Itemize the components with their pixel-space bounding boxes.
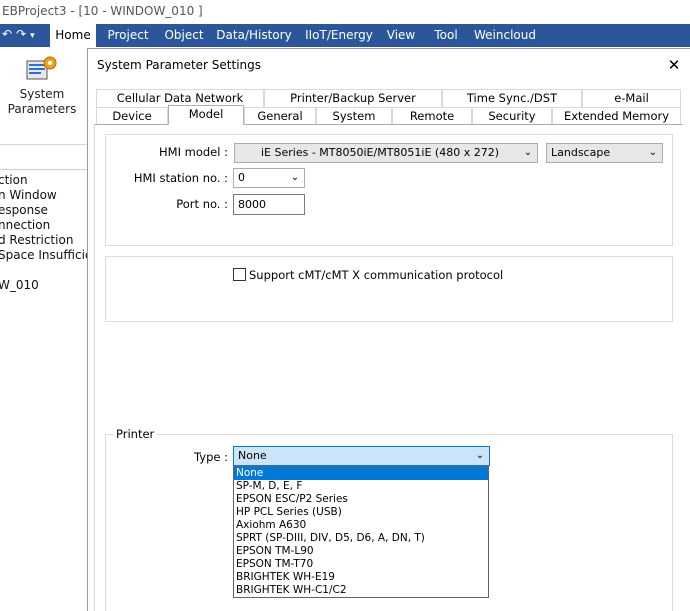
hmi-station-label: HMI station no. : — [133, 171, 228, 185]
ribbon-tab-iiot-energy[interactable]: IIoT/Energy — [302, 24, 376, 47]
printer-option[interactable]: EPSON TM-T70 — [234, 558, 488, 571]
printer-option[interactable]: EPSON ESC/P2 Series — [234, 493, 488, 506]
printer-option[interactable]: EPSON TM-L90 — [234, 545, 488, 558]
printer-option[interactable]: HP PCL Series (USB) — [234, 506, 488, 519]
port-input[interactable]: 8000 — [233, 194, 305, 215]
undo-icon[interactable]: ↶ — [2, 27, 16, 41]
dialog-title: System Parameter Settings — [97, 58, 262, 72]
system-parameters-label: System Parameters — [7, 87, 77, 116]
printer-option[interactable]: None — [234, 467, 488, 480]
printer-option[interactable]: BRIGHTEK WH-C1/C2 — [234, 584, 488, 597]
ribbon-tab-object[interactable]: Object — [160, 24, 208, 47]
printer-type-dropdown: None SP-M, D, E, F EPSON ESC/P2 Series H… — [233, 466, 489, 598]
tab-email[interactable]: e-Mail — [582, 89, 681, 107]
list-item[interactable]: W_010 — [0, 278, 91, 293]
system-parameters-icon — [26, 56, 57, 80]
chevron-down-icon: ⌄ — [290, 172, 300, 183]
chevron-down-icon: ⌄ — [523, 147, 533, 158]
hmi-station-value: 0 — [238, 171, 245, 184]
tab-system[interactable]: System — [316, 107, 392, 125]
printer-option[interactable]: Axiohm A630 — [234, 519, 488, 532]
cmt-support-label: Support cMT/cMT X communication protocol — [249, 268, 504, 282]
chevron-down-icon: ⌄ — [648, 147, 658, 158]
hmi-model-label: HMI model : — [159, 145, 228, 159]
printer-type-label: Type : — [194, 450, 228, 464]
hmi-model-group: HMI model : iE Series - MT8050iE/MT8051i… — [105, 134, 673, 246]
printer-option[interactable]: SPRT (SP-DIII, DIV, D5, D6, A, DN, T) — [234, 532, 488, 545]
app-title: EBProject3 - [10 - WINDOW_010 ] — [2, 4, 203, 18]
tab-security[interactable]: Security — [472, 107, 552, 125]
cmt-support-checkbox[interactable] — [233, 268, 246, 281]
printer-type-value: None — [238, 449, 267, 462]
hmi-model-select[interactable]: iE Series - MT8050iE/MT8051iE (480 x 272… — [234, 143, 538, 163]
ribbon-tab-view[interactable]: View — [383, 24, 419, 47]
customize-icon[interactable]: ▾ — [30, 31, 39, 41]
list-item[interactable]: esponse — [0, 203, 91, 218]
printer-option[interactable]: BRIGHTEK WH-E19 — [234, 571, 488, 584]
printer-group-title: Printer — [113, 427, 158, 441]
ribbon-tab-home[interactable]: Home — [50, 24, 96, 47]
list-item[interactable]: n Window — [0, 188, 91, 203]
ribbon-tab-data-history[interactable]: Data/History — [214, 24, 294, 47]
printer-option[interactable]: SP-M, D, E, F — [234, 480, 488, 493]
list-item[interactable]: ction — [0, 173, 91, 188]
tab-time-sync-dst[interactable]: Time Sync./DST — [442, 89, 582, 107]
list-item[interactable]: d Restriction — [0, 233, 91, 248]
orientation-value: Landscape — [551, 146, 611, 159]
cmt-support-group: Support cMT/cMT X communication protocol — [105, 256, 673, 322]
hmi-model-value: iE Series - MT8050iE/MT8051iE (480 x 272… — [261, 146, 499, 159]
port-label: Port no. : — [176, 197, 228, 211]
left-panel: ction n Window esponse nnection d Restri… — [0, 145, 92, 611]
tab-device[interactable]: Device — [96, 107, 168, 125]
tab-printer-backup-server[interactable]: Printer/Backup Server — [264, 89, 442, 107]
quick-access-toolbar: ↶↷▾ — [0, 24, 46, 47]
list-item — [0, 263, 91, 278]
tab-remote[interactable]: Remote — [392, 107, 472, 125]
tab-model[interactable]: Model — [168, 105, 244, 125]
ribbon-tab-tool[interactable]: Tool — [428, 24, 464, 47]
app-title-bar: EBProject3 - [10 - WINDOW_010 ] — [0, 0, 690, 24]
list-item[interactable]: nnection — [0, 218, 91, 233]
orientation-select[interactable]: Landscape ⌄ — [546, 143, 663, 163]
tab-general[interactable]: General — [244, 107, 316, 125]
chevron-down-icon: ⌄ — [475, 450, 485, 461]
hmi-station-select[interactable]: 0 ⌄ — [233, 168, 305, 188]
ribbon-tab-bar: ↶↷▾ Home Project Object Data/History IIo… — [0, 24, 690, 47]
ribbon-tab-weincloud[interactable]: Weincloud — [472, 24, 538, 47]
system-parameters-button[interactable]: System Parameters — [0, 47, 86, 143]
list-item[interactable]: Space Insufficient — [0, 248, 91, 263]
printer-type-select[interactable]: None ⌄ — [233, 446, 490, 466]
redo-icon[interactable]: ↷ — [16, 27, 30, 41]
close-icon[interactable]: ✕ — [663, 55, 685, 75]
tab-extended-memory[interactable]: Extended Memory — [552, 107, 681, 125]
ribbon-tab-project[interactable]: Project — [102, 24, 154, 47]
